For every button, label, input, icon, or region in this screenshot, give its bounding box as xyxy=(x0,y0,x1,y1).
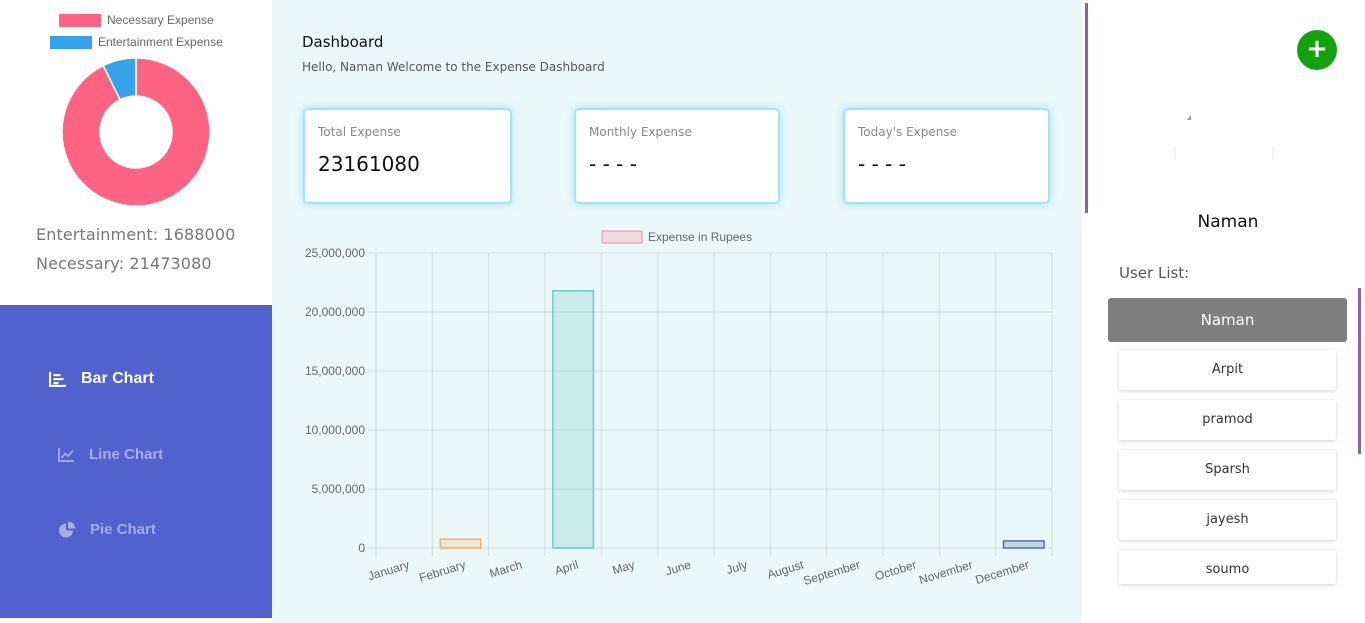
chart-legend-swatch xyxy=(601,230,643,244)
legend-label-necessary: Necessary Expense xyxy=(107,13,214,27)
broken-image-icon xyxy=(1187,115,1191,120)
nav-label-pie-chart: Pie Chart xyxy=(90,521,156,538)
todays-expense-card: Today's Expense - - - - xyxy=(843,108,1050,204)
add-user-button[interactable]: + xyxy=(1297,30,1337,70)
summary-necessary: Necessary: 21473080 xyxy=(36,254,212,273)
user-item[interactable]: jayesh xyxy=(1119,500,1336,540)
bar-april[interactable] xyxy=(552,290,595,549)
user-item[interactable]: soumo xyxy=(1119,550,1336,584)
legend-swatch-necessary xyxy=(59,13,101,27)
card-value: - - - - xyxy=(589,152,637,176)
summary-entertainment: Entertainment: 1688000 xyxy=(36,225,236,244)
y-tick-label: 25,000,000 xyxy=(305,246,365,260)
user-item[interactable]: Arpit xyxy=(1119,350,1336,390)
right-panel: + Naman User List: Naman Arpit pramod Sp… xyxy=(1082,0,1365,623)
x-tick-label: August xyxy=(766,557,806,582)
card-title: Total Expense xyxy=(318,125,401,139)
nav-item-line-chart[interactable]: Line Chart xyxy=(58,446,163,463)
user-item[interactable]: Sparsh xyxy=(1119,450,1336,490)
y-tick-label: 15,000,000 xyxy=(305,364,365,378)
list-scrollbar[interactable] xyxy=(1358,288,1361,454)
page-title: Dashboard xyxy=(302,33,384,51)
dashboard-main: Dashboard Hello, Naman Welcome to the Ex… xyxy=(272,0,1082,623)
user-item-selected[interactable]: Naman xyxy=(1108,298,1347,342)
bar-december[interactable] xyxy=(1002,540,1045,549)
x-tick-label: September xyxy=(801,557,861,588)
nav-label-line-chart: Line Chart xyxy=(89,446,164,463)
y-tick-label: 10,000,000 xyxy=(305,423,365,437)
card-title: Monthly Expense xyxy=(589,125,692,139)
card-title: Today's Expense xyxy=(858,125,957,139)
scroll-indicator xyxy=(1085,3,1088,213)
monthly-expense-card: Monthly Expense - - - - xyxy=(574,108,780,204)
card-value: 23161080 xyxy=(318,152,420,176)
total-expense-card: Total Expense 23161080 xyxy=(303,108,512,204)
user-item[interactable]: pramod xyxy=(1119,400,1336,440)
legend-label-entertainment: Entertainment Expense xyxy=(98,35,223,49)
line-chart-icon xyxy=(58,448,74,462)
x-tick-label: January xyxy=(366,557,411,583)
x-tick-label: December xyxy=(974,557,1031,587)
x-tick-label: November xyxy=(917,557,974,587)
y-tick-label: 20,000,000 xyxy=(305,305,365,319)
x-tick-label: May xyxy=(611,557,637,577)
nav-item-pie-chart[interactable]: Pie Chart xyxy=(58,521,156,538)
y-tick-label: 0 xyxy=(358,541,365,555)
nav-label-bar-chart: Bar Chart xyxy=(81,370,154,387)
left-panel: Necessary Expense Entertainment Expense … xyxy=(0,0,272,623)
x-tick-label: October xyxy=(873,557,918,583)
x-tick-label: June xyxy=(664,557,693,578)
card-value: - - - - xyxy=(858,152,906,176)
x-tick-label: March xyxy=(488,557,524,580)
x-tick-label: July xyxy=(725,557,750,577)
legend-swatch-entertainment xyxy=(50,35,92,49)
bar-chart-icon xyxy=(49,372,66,387)
expense-bar-chart: Expense in Rupees 0 5,000,000 10,000,000 15… xyxy=(305,230,1053,588)
chart-nav: Bar Chart Line Chart Pie Chart xyxy=(0,305,272,618)
y-tick-label: 5,000,000 xyxy=(312,482,366,496)
x-tick-label: April xyxy=(553,557,580,577)
user-list-title: User List: xyxy=(1119,264,1190,282)
pie-legend: Necessary Expense Entertainment Expense xyxy=(0,0,272,52)
legend-item-entertainment[interactable]: Entertainment Expense xyxy=(50,35,223,49)
welcome-message: Hello, Naman Welcome to the Expense Dash… xyxy=(302,60,605,74)
current-user-name: Naman xyxy=(1197,212,1259,232)
legend-item-necessary[interactable]: Necessary Expense xyxy=(59,13,214,27)
pie-chart-icon xyxy=(59,521,75,538)
doughnut-chart xyxy=(61,57,211,207)
chart-legend-label: Expense in Rupees xyxy=(648,230,752,244)
avatar xyxy=(1174,102,1274,202)
nav-item-bar-chart[interactable]: Bar Chart xyxy=(49,370,154,388)
bar-february[interactable] xyxy=(439,538,482,549)
x-tick-label: February xyxy=(417,557,467,584)
